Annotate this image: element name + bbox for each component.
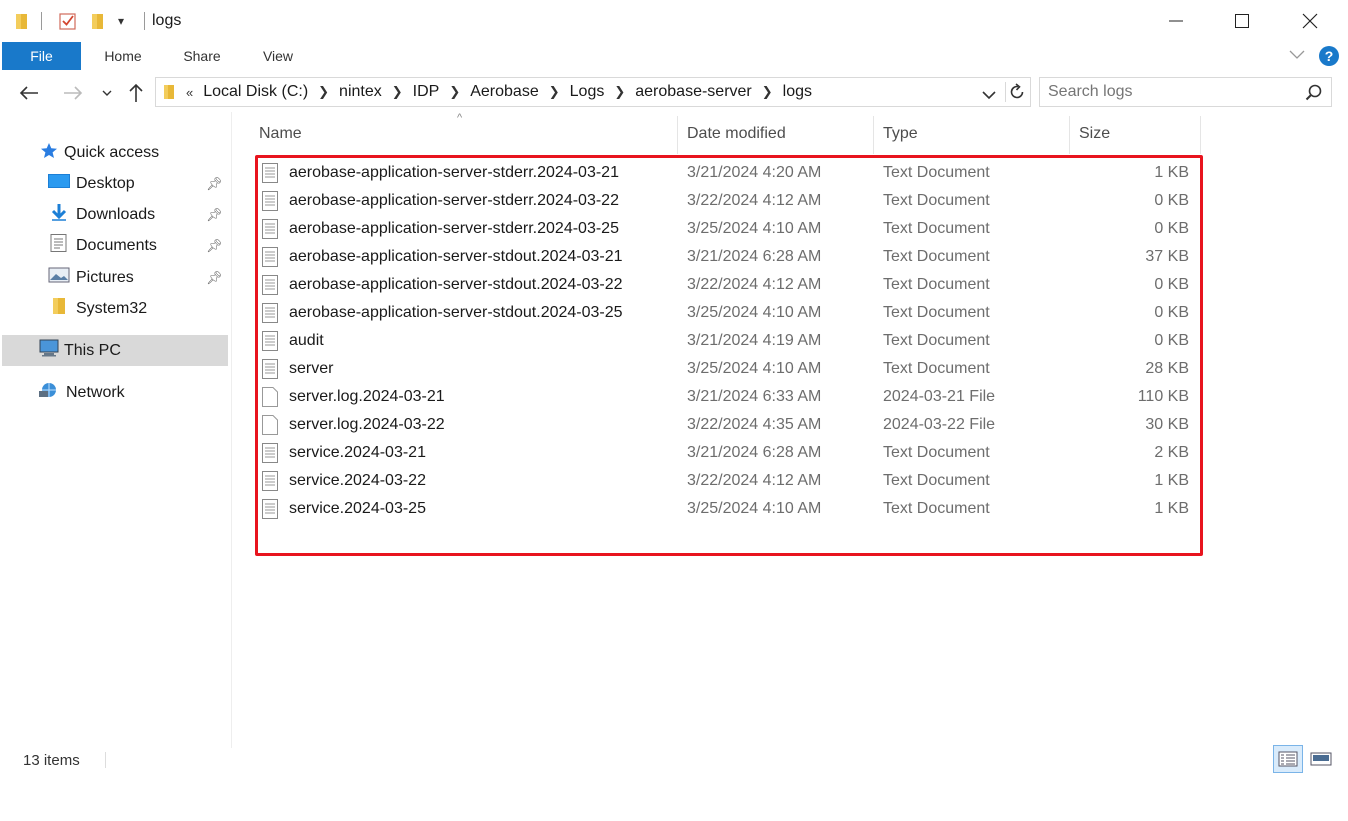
breadcrumb-chevron-icon[interactable]: ❯ <box>606 84 633 100</box>
large-icons-view-button[interactable] <box>1306 745 1336 773</box>
status-separator <box>105 752 106 768</box>
pin-icon[interactable]: 📌︎ <box>206 238 223 254</box>
documents-icon <box>48 234 70 257</box>
folder-icon <box>48 297 70 320</box>
minimize-button[interactable] <box>1153 0 1199 42</box>
toolbar-separator <box>41 12 42 30</box>
address-history-chevron-icon[interactable] <box>982 87 996 105</box>
sidebar-item-label: This PC <box>64 341 121 359</box>
sidebar-item-desktop[interactable]: Desktop 📌︎ <box>48 168 228 199</box>
sidebar-item-quick-access[interactable]: Quick access <box>40 137 159 168</box>
refresh-icon[interactable] <box>1008 83 1026 106</box>
column-header-date-modified[interactable]: Date modified <box>687 118 872 150</box>
customize-toolbar-dropdown-icon[interactable]: ▾ <box>118 14 124 28</box>
sidebar-item-downloads[interactable]: Downloads 📌︎ <box>48 199 228 230</box>
column-header-label: Date modified <box>687 125 786 142</box>
column-header-type[interactable]: Type <box>883 118 1068 150</box>
address-bar[interactable]: « Local Disk (C:) ❯ nintex ❯ IDP ❯ Aerob… <box>155 77 1031 107</box>
new-folder-icon[interactable] <box>90 12 106 35</box>
back-button[interactable] <box>16 80 42 106</box>
tab-view[interactable]: View <box>250 42 306 70</box>
sidebar-item-documents[interactable]: Documents 📌︎ <box>48 230 228 261</box>
details-view-button[interactable] <box>1273 745 1303 773</box>
tab-home[interactable]: Home <box>95 42 151 70</box>
search-icon[interactable] <box>1305 84 1322 106</box>
sidebar-item-system32[interactable]: System32 <box>48 293 147 324</box>
help-icon[interactable]: ? <box>1319 46 1339 66</box>
breadcrumb: « Local Disk (C:) ❯ nintex ❯ IDP ❯ Aerob… <box>186 78 814 106</box>
breadcrumb-nintex[interactable]: nintex <box>337 83 384 101</box>
sidebar-item-network[interactable]: Network <box>38 377 125 408</box>
expand-ribbon-chevron-icon[interactable] <box>1289 47 1305 65</box>
pin-icon[interactable]: 📌︎ <box>206 270 223 286</box>
breadcrumb-chevron-icon[interactable]: ❯ <box>754 84 781 100</box>
breadcrumb-chevron-icon[interactable]: ❯ <box>441 84 468 100</box>
column-header-size[interactable]: Size <box>1079 118 1199 150</box>
tab-share[interactable]: Share <box>174 42 230 70</box>
star-icon <box>40 142 58 164</box>
breadcrumb-idp[interactable]: IDP <box>411 83 442 101</box>
pin-icon[interactable]: 📌︎ <box>206 207 223 223</box>
folder-icon <box>162 84 176 105</box>
pane-divider[interactable] <box>231 112 232 748</box>
search-input[interactable] <box>1048 83 1298 101</box>
breadcrumb-chevron-icon[interactable]: ❯ <box>310 84 337 100</box>
sidebar-item-this-pc[interactable]: This PC <box>2 335 228 366</box>
window-title: logs <box>152 12 182 29</box>
column-separator[interactable] <box>873 116 874 154</box>
column-separator[interactable] <box>1200 116 1201 154</box>
sidebar-item-label: System32 <box>76 299 148 317</box>
sidebar-item-label: Network <box>66 383 125 401</box>
breadcrumb-aerobase-server[interactable]: aerobase-server <box>633 83 754 101</box>
breadcrumb-logs-parent[interactable]: Logs <box>568 83 607 101</box>
properties-icon[interactable] <box>59 12 77 35</box>
column-separator[interactable] <box>1069 116 1070 154</box>
sidebar-item-label: Quick access <box>64 143 160 161</box>
breadcrumb-chevron-icon[interactable]: ❯ <box>384 84 411 100</box>
breadcrumb-logs[interactable]: logs <box>781 83 814 101</box>
breadcrumb-local-disk[interactable]: Local Disk (C:) <box>201 83 310 101</box>
pin-icon[interactable]: 📌︎ <box>206 176 223 192</box>
title-bar: ▾ logs <box>0 0 1348 42</box>
status-item-count: 13 items <box>23 752 80 769</box>
tab-file[interactable]: File <box>2 42 81 70</box>
sort-ascending-icon: ^ <box>457 112 463 124</box>
search-box[interactable] <box>1039 77 1332 107</box>
sidebar-item-label: Downloads <box>76 205 156 223</box>
navigation-bar: « Local Disk (C:) ❯ nintex ❯ IDP ❯ Aerob… <box>0 74 1348 112</box>
computer-icon <box>38 339 60 362</box>
sidebar-item-label: Documents <box>76 236 157 254</box>
address-separator <box>1005 82 1006 102</box>
pictures-icon <box>48 267 70 288</box>
highlight-annotation-box <box>255 155 1203 556</box>
breadcrumb-aerobase[interactable]: Aerobase <box>468 83 541 101</box>
download-icon <box>48 203 70 226</box>
up-button[interactable] <box>123 80 149 106</box>
forward-button[interactable] <box>60 80 86 106</box>
toolbar-separator <box>144 12 145 30</box>
desktop-icon <box>48 173 70 194</box>
network-icon <box>38 381 60 404</box>
column-separator[interactable] <box>677 116 678 154</box>
breadcrumb-chevron-icon[interactable]: ❯ <box>541 84 568 100</box>
sidebar-item-label: Pictures <box>76 268 134 286</box>
column-header-label: Name <box>259 125 302 142</box>
close-button[interactable] <box>1287 0 1333 42</box>
folder-icon[interactable] <box>14 12 30 35</box>
sidebar-item-label: Desktop <box>76 174 135 192</box>
breadcrumb-overflow[interactable]: « <box>186 85 201 100</box>
sidebar-item-pictures[interactable]: Pictures 📌︎ <box>48 262 228 293</box>
recent-locations-chevron-icon[interactable] <box>94 80 120 106</box>
maximize-button[interactable] <box>1219 0 1265 42</box>
column-header-name[interactable]: Name <box>259 118 677 150</box>
navigation-pane: Quick access Desktop 📌︎ Downloads 📌︎ Doc… <box>0 130 232 750</box>
column-header-label: Size <box>1079 125 1111 142</box>
ribbon-tabs: File Home Share View ? <box>0 42 1348 70</box>
column-header-label: Type <box>883 125 918 142</box>
